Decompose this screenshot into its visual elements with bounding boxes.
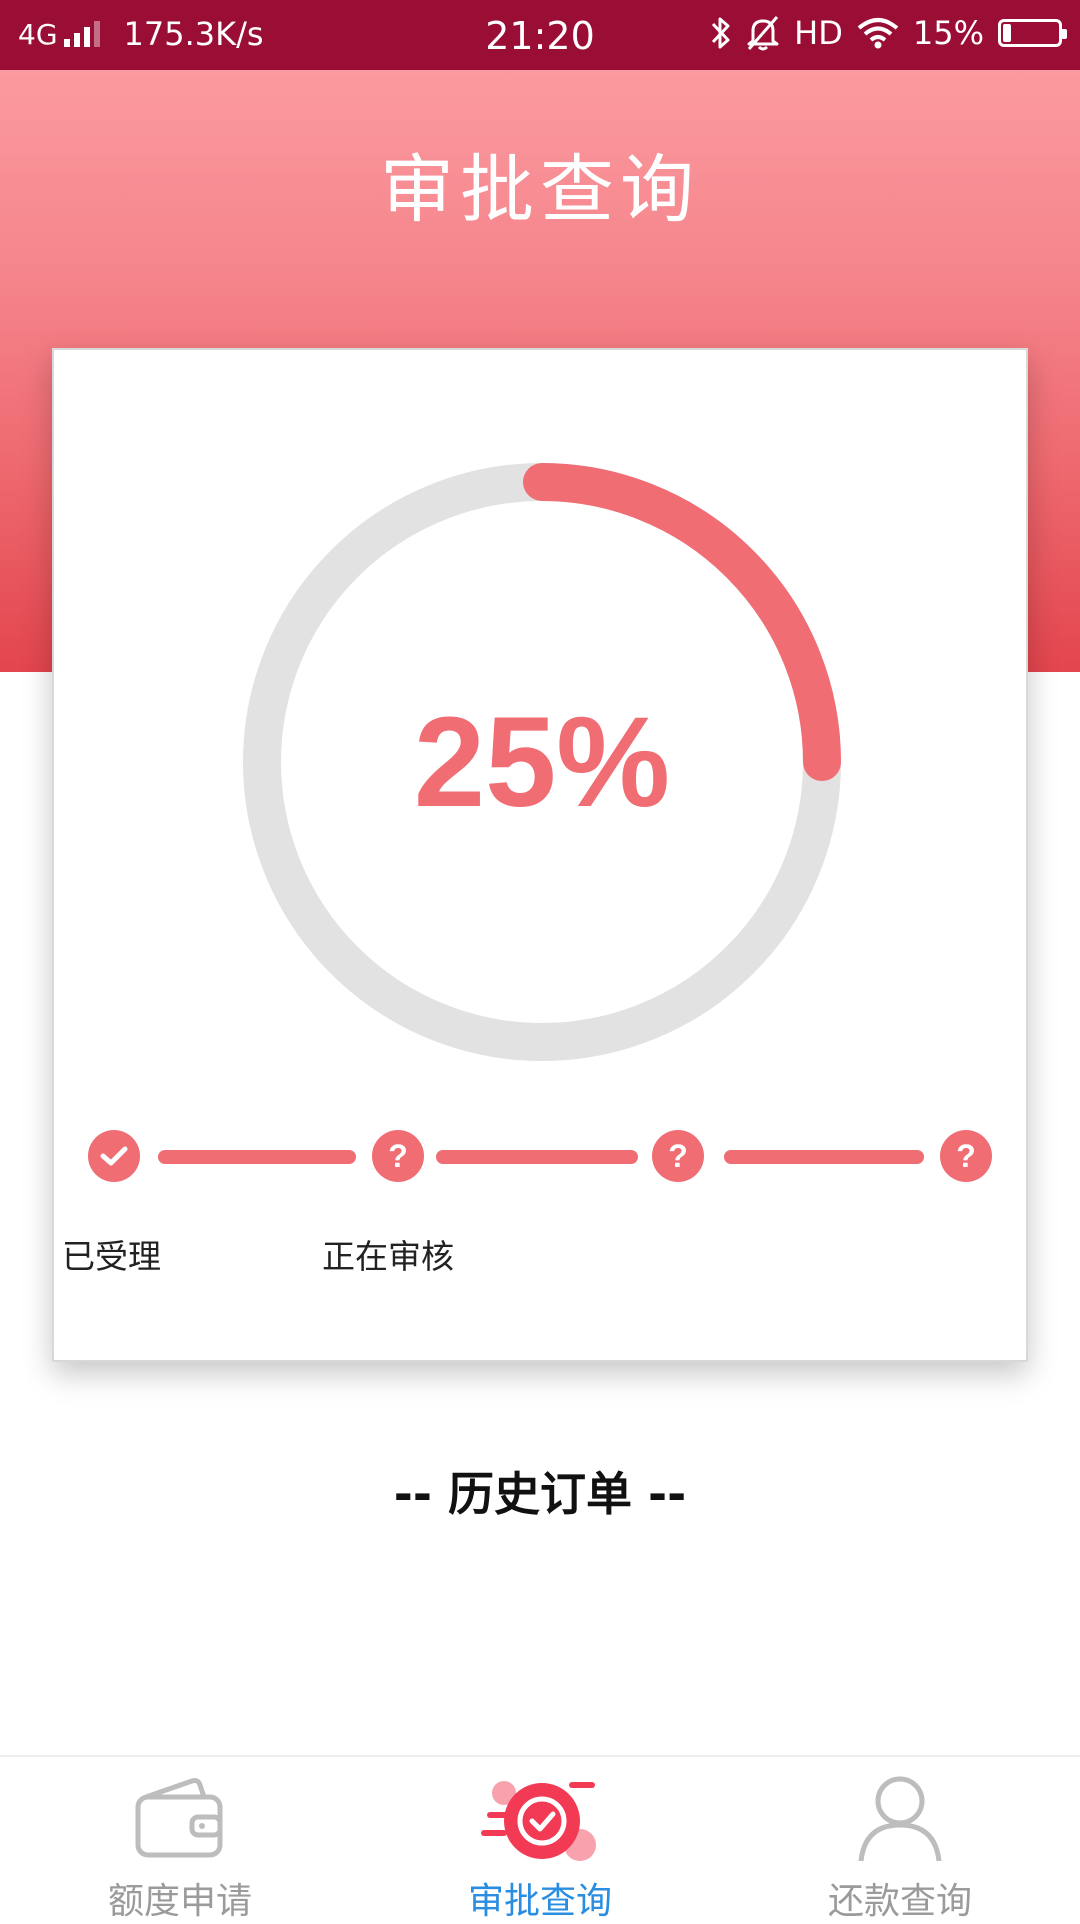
page-title: 审批查询 [380, 147, 700, 233]
bottom-nav: 额度申请 审批查询 还款查询 [0, 1755, 1080, 1922]
wallet-icon [0, 1775, 360, 1861]
step-2-label: 正在审核 [322, 1237, 454, 1276]
battery-icon [998, 19, 1067, 47]
step-1-label: 已受理 [62, 1237, 161, 1276]
history-orders-title: -- 历史订单 -- [393, 1467, 687, 1521]
nav-item-credit-apply[interactable]: 额度申请 [0, 1757, 360, 1922]
approval-steps: ? ? ? 已受理 正在审核 [54, 1130, 1030, 1276]
progress-percent: 25% [413, 690, 671, 834]
hd-label: HD [794, 14, 843, 52]
mute-icon [747, 16, 779, 51]
step-4-question-icon: ? [940, 1130, 992, 1182]
nav-label-credit-apply: 额度申请 [107, 1881, 252, 1922]
step-1-check-icon [88, 1130, 140, 1182]
approval-check-icon [360, 1775, 720, 1871]
bluetooth-icon [712, 17, 730, 49]
user-icon [720, 1775, 1080, 1863]
step-connector-3 [724, 1150, 924, 1164]
approval-progress-card: 25% ? ? ? 已受理 正在审核 [52, 348, 1028, 1362]
step-2-question-icon: ? [372, 1130, 424, 1182]
nav-item-repayment-query[interactable]: 还款查询 [720, 1757, 1080, 1922]
wifi-icon [857, 18, 899, 49]
step-connector-1 [158, 1150, 356, 1164]
status-right: HD 15% [710, 14, 1067, 52]
nav-label-approval-query: 审批查询 [467, 1881, 612, 1922]
nav-label-repayment-query: 还款查询 [827, 1881, 972, 1922]
status-bar: 4G 175.3K/s 21:20 HD 15% [0, 0, 1080, 70]
nav-item-approval-query[interactable]: 审批查询 [360, 1757, 720, 1922]
step-connector-2 [436, 1150, 638, 1164]
step-3-question-icon: ? [652, 1130, 704, 1182]
battery-percent: 15% [912, 14, 984, 52]
